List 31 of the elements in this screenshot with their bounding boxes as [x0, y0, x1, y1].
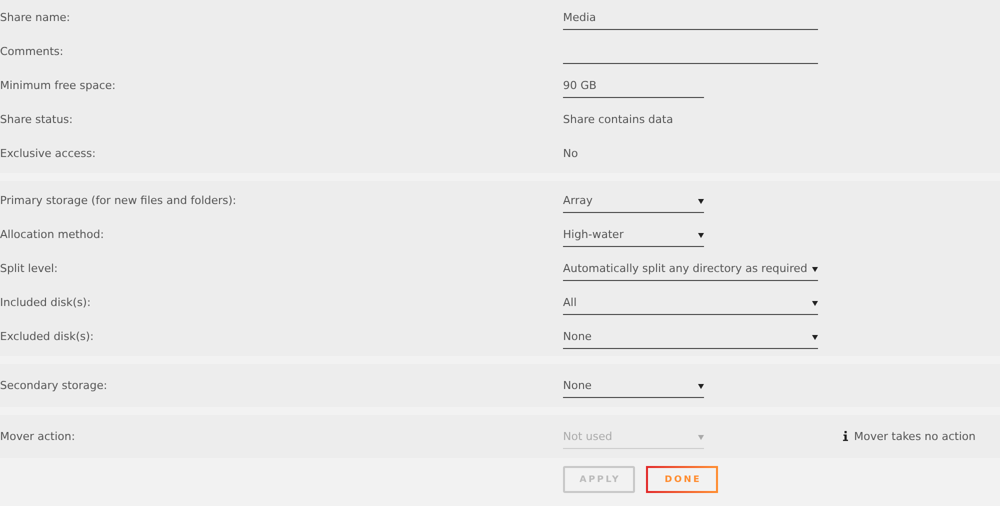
- caret-icon: [698, 198, 704, 204]
- field-label: Share name:: [0, 10, 72, 24]
- caret-icon: [812, 300, 818, 306]
- dropdown[interactable]: Automatically split any directory as required: [563, 259, 818, 281]
- field-label: Allocation method:: [0, 228, 105, 240]
- dropdown[interactable]: High-water: [563, 225, 704, 247]
- caret-icon: [698, 232, 704, 238]
- dropdown[interactable]: None: [563, 376, 704, 398]
- caret-icon: [812, 266, 818, 272]
- text-field[interactable]: Media: [563, 8, 818, 30]
- field-label: Secondary storage:: [0, 378, 108, 392]
- field-label: Exclusive access:: [0, 146, 97, 160]
- field-label: Included disk(s):: [0, 296, 92, 308]
- field-label: Mover action:: [0, 430, 76, 442]
- field-label: Minimum free space:: [0, 78, 117, 92]
- field-value: Share contains data: [563, 112, 674, 126]
- dropdown[interactable]: Array: [563, 191, 704, 213]
- info-icon: [843, 431, 848, 441]
- text-field[interactable]: 90 GB: [563, 76, 704, 98]
- caret-icon: [812, 334, 818, 340]
- field-label: Split level:: [0, 262, 59, 274]
- caret-icon: [698, 382, 704, 388]
- dropdown[interactable]: All: [563, 293, 818, 315]
- field-label: Comments:: [0, 44, 64, 58]
- field-label: Excluded disk(s):: [0, 330, 95, 342]
- dropdown[interactable]: None: [563, 327, 818, 349]
- caret-icon: [698, 434, 704, 440]
- field-label: Share status:: [0, 112, 74, 126]
- field-label: Primary storage (for new files and folders):: [0, 194, 238, 206]
- info-note: Mover takes no action: [854, 430, 976, 442]
- field-value: No: [563, 146, 578, 160]
